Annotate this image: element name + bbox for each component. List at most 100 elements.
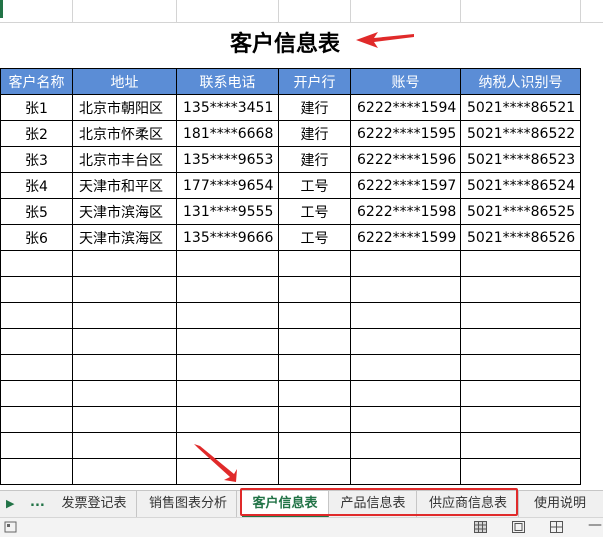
cell-customer-name[interactable]: 张2 [0, 120, 73, 147]
empty-cell[interactable] [176, 328, 279, 355]
cell-address[interactable]: 北京市怀柔区 [72, 120, 177, 147]
header-address[interactable]: 地址 [72, 68, 177, 95]
empty-cell[interactable] [0, 328, 73, 355]
empty-cell[interactable] [350, 250, 461, 277]
empty-cell[interactable] [278, 354, 351, 381]
empty-cell[interactable] [0, 354, 73, 381]
empty-cell[interactable] [176, 302, 279, 329]
empty-cell[interactable] [460, 432, 581, 459]
empty-cell[interactable] [350, 380, 461, 407]
empty-cell[interactable] [460, 302, 581, 329]
page-layout-icon[interactable] [512, 521, 525, 533]
cell-bank[interactable]: 工号 [278, 224, 351, 251]
empty-cell[interactable] [176, 276, 279, 303]
empty-cell[interactable] [278, 432, 351, 459]
cell-account[interactable]: 6222****1595 [350, 120, 461, 147]
cell-account[interactable]: 6222****1597 [350, 172, 461, 199]
cell-phone[interactable]: 135****3451 [176, 94, 279, 121]
cell-address[interactable]: 北京市丰台区 [72, 146, 177, 173]
header-phone[interactable]: 联系电话 [176, 68, 279, 95]
cell-bank[interactable]: 工号 [278, 172, 351, 199]
empty-cell[interactable] [72, 432, 177, 459]
cell-bank[interactable]: 建行 [278, 146, 351, 173]
empty-cell[interactable] [460, 354, 581, 381]
empty-cell[interactable] [72, 380, 177, 407]
cell-address[interactable]: 天津市滨海区 [72, 224, 177, 251]
empty-cell[interactable] [460, 328, 581, 355]
tab-invoice-register[interactable]: 发票登记表 [52, 491, 137, 517]
cell-phone[interactable]: 135****9653 [176, 146, 279, 173]
play-right-icon[interactable]: ▶ [6, 497, 14, 510]
cell-bank[interactable]: 建行 [278, 94, 351, 121]
header-account[interactable]: 账号 [350, 68, 461, 95]
cell-phone[interactable]: 181****6668 [176, 120, 279, 147]
cell-phone[interactable]: 131****9555 [176, 198, 279, 225]
cell-account[interactable]: 6222****1598 [350, 198, 461, 225]
zoom-minus-icon[interactable]: — [588, 517, 602, 533]
empty-cell[interactable] [0, 458, 73, 485]
cell-tax-id[interactable]: 5021****86526 [460, 224, 581, 251]
header-tax-id[interactable]: 纳税人识别号 [460, 68, 581, 95]
cell-address[interactable]: 天津市和平区 [72, 172, 177, 199]
empty-cell[interactable] [278, 250, 351, 277]
cell-tax-id[interactable]: 5021****86522 [460, 120, 581, 147]
empty-cell[interactable] [350, 432, 461, 459]
cell-address[interactable]: 天津市滨海区 [72, 198, 177, 225]
empty-cell[interactable] [72, 458, 177, 485]
empty-cell[interactable] [72, 406, 177, 433]
cell-address[interactable]: 北京市朝阳区 [72, 94, 177, 121]
empty-cell[interactable] [350, 302, 461, 329]
empty-cell[interactable] [350, 406, 461, 433]
empty-cell[interactable] [350, 354, 461, 381]
tab-usage-guide[interactable]: 使用说明 [522, 491, 598, 517]
empty-cell[interactable] [72, 354, 177, 381]
header-bank[interactable]: 开户行 [278, 68, 351, 95]
cell-customer-name[interactable]: 张3 [0, 146, 73, 173]
empty-cell[interactable] [278, 458, 351, 485]
empty-cell[interactable] [278, 328, 351, 355]
cell-customer-name[interactable]: 张5 [0, 198, 73, 225]
empty-cell[interactable] [0, 380, 73, 407]
empty-cell[interactable] [460, 406, 581, 433]
empty-cell[interactable] [460, 276, 581, 303]
cell-phone[interactable]: 135****9666 [176, 224, 279, 251]
empty-cell[interactable] [278, 406, 351, 433]
empty-cell[interactable] [460, 250, 581, 277]
grid-view-icon[interactable] [474, 521, 487, 533]
empty-cell[interactable] [0, 406, 73, 433]
page-break-icon[interactable] [550, 521, 563, 533]
empty-cell[interactable] [460, 380, 581, 407]
header-customer-name[interactable]: 客户名称 [0, 68, 73, 95]
cell-phone[interactable]: 177****9654 [176, 172, 279, 199]
empty-cell[interactable] [72, 328, 177, 355]
empty-cell[interactable] [72, 302, 177, 329]
cell-customer-name[interactable]: 张4 [0, 172, 73, 199]
empty-cell[interactable] [350, 328, 461, 355]
empty-cell[interactable] [176, 354, 279, 381]
sheet-title[interactable]: 客户信息表 [180, 26, 470, 58]
empty-cell[interactable] [176, 406, 279, 433]
empty-cell[interactable] [278, 302, 351, 329]
empty-cell[interactable] [72, 250, 177, 277]
cell-account[interactable]: 6222****1594 [350, 94, 461, 121]
tab-sales-chart-analysis[interactable]: 销售图表分析 [140, 491, 237, 517]
empty-cell[interactable] [72, 276, 177, 303]
empty-cell[interactable] [460, 458, 581, 485]
empty-cell[interactable] [0, 432, 73, 459]
cell-customer-name[interactable]: 张1 [0, 94, 73, 121]
cell-bank[interactable]: 建行 [278, 120, 351, 147]
empty-cell[interactable] [0, 302, 73, 329]
cell-bank[interactable]: 工号 [278, 198, 351, 225]
cell-account[interactable]: 6222****1599 [350, 224, 461, 251]
cell-tax-id[interactable]: 5021****86523 [460, 146, 581, 173]
more-sheets-button[interactable]: ... [30, 495, 45, 510]
cell-tax-id[interactable]: 5021****86524 [460, 172, 581, 199]
empty-cell[interactable] [350, 276, 461, 303]
cell-customer-name[interactable]: 张6 [0, 224, 73, 251]
empty-cell[interactable] [176, 380, 279, 407]
empty-cell[interactable] [278, 276, 351, 303]
empty-cell[interactable] [278, 380, 351, 407]
empty-cell[interactable] [0, 276, 73, 303]
cell-tax-id[interactable]: 5021****86525 [460, 198, 581, 225]
cell-tax-id[interactable]: 5021****86521 [460, 94, 581, 121]
